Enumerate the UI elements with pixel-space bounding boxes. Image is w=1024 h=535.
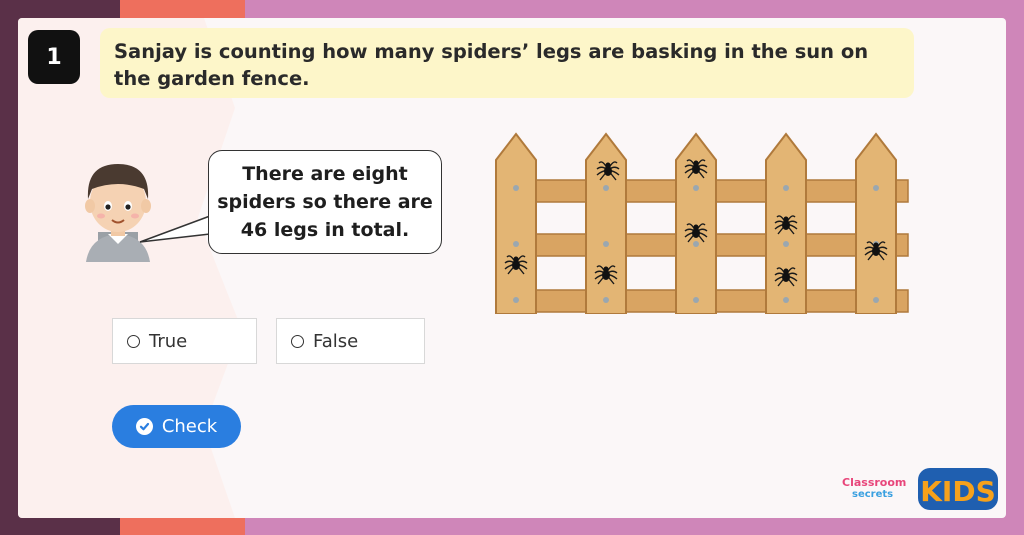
- option-true-label: True: [149, 330, 188, 352]
- fence-nail: [513, 297, 519, 303]
- fence-picket: [495, 132, 537, 314]
- fence-nail: [513, 185, 519, 191]
- fence-nail: [603, 297, 609, 303]
- fence-nail: [693, 297, 699, 303]
- option-false[interactable]: False: [276, 318, 425, 364]
- logo-brand: KIDS: [920, 475, 996, 508]
- radio-circle-icon[interactable]: [291, 334, 304, 348]
- fence-nail: [693, 241, 699, 247]
- radio-circle-icon[interactable]: [127, 334, 140, 348]
- option-false-label: False: [313, 330, 359, 352]
- question-text: Sanjay is counting how many spiders’ leg…: [100, 28, 914, 98]
- fence-nail: [603, 185, 609, 191]
- fence-illustration: [495, 132, 909, 314]
- question-card: 1 Sanjay is counting how many spiders’ l…: [18, 18, 1006, 518]
- fence-nail: [873, 297, 879, 303]
- logo-line1: Classroom: [842, 476, 906, 489]
- fence-nail: [513, 241, 519, 247]
- question-number-badge: 1: [28, 30, 80, 84]
- fence-nail: [873, 185, 879, 191]
- fence-nail: [603, 241, 609, 247]
- check-button-label: Check: [161, 416, 218, 437]
- fence-nail: [693, 185, 699, 191]
- fence-nail: [783, 241, 789, 247]
- fence-nail: [783, 185, 789, 191]
- speech-bubble: There are eight spiders so there are 46 …: [208, 150, 442, 254]
- option-true[interactable]: True: [112, 318, 257, 364]
- classroom-secrets-kids-logo: Classroom secrets KIDS: [842, 468, 998, 510]
- speech-bubble-tail: [139, 215, 216, 243]
- fence-picket: [855, 132, 897, 314]
- check-circle-icon: [135, 418, 153, 435]
- logo-line2: secrets: [852, 489, 893, 500]
- fence-nail: [783, 297, 789, 303]
- check-button[interactable]: Check: [112, 405, 241, 448]
- fence-picket: [585, 132, 627, 314]
